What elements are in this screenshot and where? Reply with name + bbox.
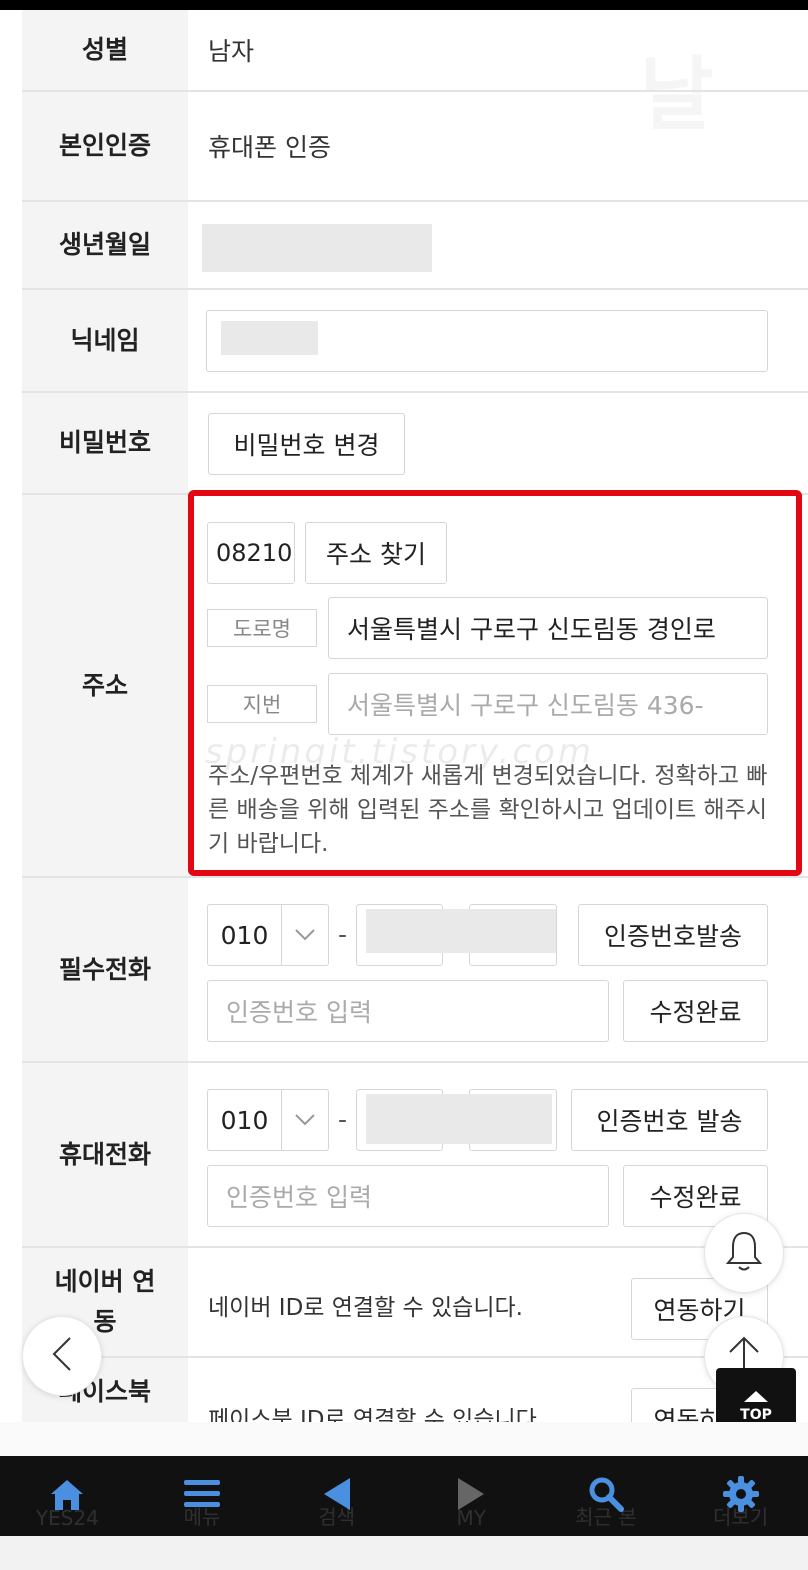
- zipcode-input[interactable]: 08210: [207, 522, 295, 584]
- nav-forward[interactable]: MY: [421, 1456, 521, 1536]
- label-mobile-phone: 휴대전화: [22, 1063, 188, 1246]
- previous-button[interactable]: [22, 1316, 102, 1396]
- prefix-value: 010: [208, 1090, 282, 1150]
- dash-separator: -: [338, 1105, 348, 1134]
- nav-back[interactable]: 검색: [287, 1456, 387, 1536]
- bell-icon: [724, 1229, 764, 1277]
- road-address-input[interactable]: 서울특별시 구로구 신도림동 경인로: [328, 597, 768, 659]
- row-nickname: 닉네임: [22, 290, 808, 393]
- label-required-phone: 필수전화: [22, 878, 188, 1061]
- notification-button[interactable]: [704, 1213, 784, 1293]
- nav-settings[interactable]: 더보기: [691, 1456, 791, 1536]
- nav-home[interactable]: YES24: [17, 1456, 117, 1536]
- road-address-tag: 도로명: [207, 609, 317, 647]
- label-verification: 본인인증: [22, 92, 188, 200]
- top-button-label: TOP: [740, 1407, 772, 1423]
- nav-ghost-label: MY: [456, 1506, 487, 1530]
- chevron-left-icon: [50, 1334, 74, 1378]
- row-naver: 네이버 연동 네이버 ID로 연결할 수 있습니다. 연동하기: [22, 1248, 808, 1358]
- chevron-down-icon: [282, 905, 328, 965]
- nickname-input[interactable]: [206, 310, 768, 372]
- change-password-button[interactable]: 비밀번호 변경: [208, 413, 405, 475]
- member-form: 성별 남자 본인인증 휴대폰 인증 생년월일 닉네임 비밀번호 비밀번호 변경 …: [22, 10, 808, 1422]
- address-notice: 주소/우편번호 체계가 새롭게 변경되었습니다. 정확하고 빠른 배송을 위해 …: [208, 763, 768, 857]
- mobile-phone-prefix-select[interactable]: 010: [207, 1089, 329, 1151]
- row-gender: 성별 남자: [22, 10, 808, 92]
- required-phone-confirm-button[interactable]: 수정완료: [623, 980, 768, 1042]
- nav-ghost-label: 검색: [318, 1505, 356, 1529]
- nav-ghost-label: 더보기: [713, 1505, 769, 1529]
- birthdate-masked: [202, 224, 432, 272]
- watermark-text: springit.tistory.com: [205, 732, 594, 772]
- nav-ghost-label: 메뉴: [183, 1505, 221, 1529]
- row-verification: 본인인증 휴대폰 인증: [22, 92, 808, 202]
- nav-menu[interactable]: 메뉴: [152, 1456, 252, 1536]
- browser-navbar: YES24 메뉴 검색 MY 최근 본 더보기: [0, 1456, 808, 1536]
- underlying-bottom-nav: [0, 1422, 808, 1456]
- row-birthdate: 생년월일: [22, 202, 808, 290]
- mobile-phone-send-code-button[interactable]: 인증번호 발송: [571, 1089, 768, 1151]
- nav-ghost-label: YES24: [35, 1506, 99, 1530]
- mobile-phone-code-input[interactable]: 인증번호 입력: [207, 1165, 609, 1227]
- dash-separator: -: [338, 920, 348, 949]
- system-bottom-area: [0, 1536, 808, 1570]
- row-required-phone: 필수전화 010 - 인증번호발송 인증번호 입력 수정완료: [22, 878, 808, 1063]
- required-phone-send-code-button[interactable]: 인증번호발송: [578, 904, 768, 966]
- required-phone-prefix-select[interactable]: 010: [207, 904, 329, 966]
- member-info-page: 본 날 성별 남자 본인인증 휴대폰 인증 생년월일 닉네임: [0, 10, 808, 1422]
- status-bar: [0, 0, 808, 10]
- row-password: 비밀번호 비밀번호 변경: [22, 393, 808, 495]
- address-search-button[interactable]: 주소 찾기: [305, 522, 447, 584]
- jibun-address-input[interactable]: 서울특별시 구로구 신도림동 436-: [328, 673, 768, 735]
- nav-ghost-label: 최근 본: [575, 1505, 637, 1529]
- label-gender: 성별: [22, 10, 188, 90]
- mobile-phone-masked: [366, 1094, 552, 1144]
- row-address: 주소 08210 주소 찾기 도로명 서울특별시 구로구 신도림동 경인로 지번…: [22, 495, 808, 878]
- label-nickname: 닉네임: [22, 290, 188, 391]
- facebook-description: 페이스북 ID로 연결할 수 있습니다.: [208, 1407, 545, 1422]
- prefix-value: 010: [208, 905, 282, 965]
- caret-up-icon: [742, 1389, 770, 1407]
- row-facebook: 페이스북 페이스북 ID로 연결할 수 있습니다. 연동하기: [22, 1358, 808, 1422]
- required-phone-code-input[interactable]: 인증번호 입력: [207, 980, 609, 1042]
- naver-description: 네이버 ID로 연결할 수 있습니다.: [208, 1295, 523, 1321]
- required-phone-masked: [366, 909, 556, 953]
- label-birthdate: 생년월일: [22, 202, 188, 288]
- jibun-address-tag: 지번: [207, 685, 317, 723]
- label-address: 주소: [22, 495, 188, 876]
- label-password: 비밀번호: [22, 393, 188, 493]
- gender-value: 남자: [208, 37, 255, 66]
- nav-search[interactable]: 최근 본: [556, 1456, 656, 1536]
- row-mobile-phone: 휴대전화 010 - 인증번호 발송 인증번호 입력 수정완료: [22, 1063, 808, 1248]
- chevron-down-icon: [282, 1090, 328, 1150]
- nickname-masked: [221, 321, 318, 355]
- verification-value: 휴대폰 인증: [208, 133, 331, 162]
